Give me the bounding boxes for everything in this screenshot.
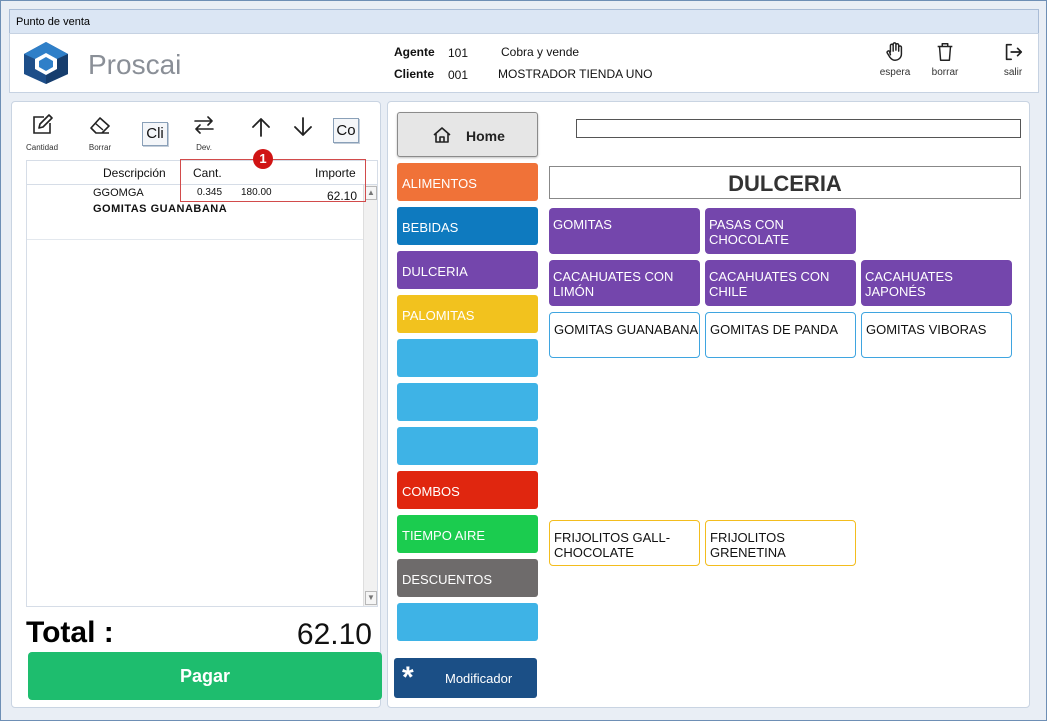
devolucion-button[interactable]: Dev. (192, 114, 216, 152)
co-button[interactable]: Co (333, 118, 359, 143)
category-button[interactable] (397, 427, 538, 465)
product-button[interactable]: CACAHUATES JAPONÉS (861, 260, 1012, 306)
header-bar: Proscai Agente 101 Cobra y vende Cliente… (9, 33, 1039, 93)
product-button[interactable]: GOMITAS GUANABANA (549, 312, 700, 358)
row-description: GOMITAS GUANABANA (93, 203, 228, 215)
hand-icon (886, 42, 903, 61)
espera-label: espera (879, 67, 911, 78)
move-up-button[interactable] (250, 116, 272, 143)
product-button[interactable]: GOMITAS (549, 208, 700, 254)
cliente-id: 001 (448, 68, 469, 82)
category-button[interactable] (397, 339, 538, 377)
cantidad-button[interactable]: Cantidad (26, 114, 58, 152)
category-button[interactable] (397, 603, 538, 641)
swap-icon (194, 116, 214, 134)
asterisk-icon: * (402, 661, 414, 694)
espera-button[interactable]: espera (870, 39, 920, 89)
product-button[interactable]: GOMITAS DE PANDA (705, 312, 856, 358)
home-icon (433, 127, 451, 143)
product-button[interactable]: PASAS CON CHOCOLATE (705, 208, 856, 254)
catalog-panel: Home ALIMENTOS BEBIDAS DULCERIA PALOMITAS CO… (387, 101, 1030, 708)
category-button[interactable]: ALIMENTOS (397, 163, 538, 201)
home-label: Home (466, 128, 505, 144)
ticket-panel: Cantidad Borrar Cli Dev. Co Descripción … (11, 101, 382, 708)
category-button[interactable]: COMBOS (397, 471, 538, 509)
product-button[interactable]: CACAHUATES CON LIMÓN (549, 260, 700, 306)
borrar-item-button[interactable]: Borrar (88, 114, 112, 152)
pagar-button[interactable]: Pagar (28, 652, 382, 700)
arrow-down-icon (294, 117, 312, 136)
salir-label: salir (1003, 67, 1023, 78)
row-code: GGOMGA (93, 187, 144, 199)
borrar-item-label: Borrar (88, 143, 112, 152)
category-button[interactable]: DESCUENTOS (397, 559, 538, 597)
ticket-scrollbar[interactable]: ▲ ▼ (363, 185, 377, 606)
arrow-up-icon (252, 118, 270, 137)
category-button[interactable]: TIEMPO AIRE (397, 515, 538, 553)
category-button[interactable]: PALOMITAS (397, 295, 538, 333)
row-divider (27, 239, 365, 240)
modificador-label: Modificador (445, 671, 513, 686)
dev-label: Dev. (196, 143, 212, 152)
product-button[interactable]: FRIJOLITOS GRENETINA (705, 520, 856, 566)
annotation-highlight (180, 159, 366, 202)
scroll-down-icon[interactable]: ▼ (365, 591, 377, 605)
total-label: Total : (26, 616, 114, 649)
agente-label: Agente (394, 45, 435, 59)
salir-button[interactable]: salir (988, 39, 1038, 89)
product-button[interactable]: CACAHUATES CON CHILE (705, 260, 856, 306)
search-input[interactable] (576, 119, 1021, 138)
cliente-desc: MOSTRADOR TIENDA UNO (498, 67, 653, 81)
cantidad-label: Cantidad (26, 143, 59, 152)
total-value: 62.10 (296, 618, 372, 651)
category-button[interactable]: DULCERIA (397, 251, 538, 289)
edit-icon (33, 114, 53, 134)
borrar-label: borrar (931, 67, 959, 78)
proscai-logo-icon (24, 42, 68, 84)
proscai-logo: Proscai (20, 40, 182, 86)
window-title: Punto de venta (9, 9, 1039, 33)
cli-button[interactable]: Cli (142, 122, 168, 146)
modificador-button[interactable]: * Modificador (394, 658, 537, 698)
scroll-up-icon[interactable]: ▲ (365, 186, 377, 200)
category-title: DULCERIA (549, 166, 1021, 199)
exit-icon (1005, 43, 1023, 61)
eraser-icon (90, 117, 110, 134)
ticket-grid: Descripción Cant. Importe GGOMGA 0.345 1… (26, 160, 378, 607)
pos-window: Punto de venta Proscai Agente 101 Cobra … (0, 0, 1047, 721)
move-down-button[interactable] (292, 116, 314, 143)
cliente-label: Cliente (394, 67, 435, 81)
product-button[interactable]: GOMITAS VIBORAS (861, 312, 1012, 358)
agente-id: 101 (448, 46, 469, 60)
category-button[interactable] (397, 383, 538, 421)
agente-desc: Cobra y vende (501, 45, 580, 59)
home-button[interactable]: Home (397, 112, 538, 157)
col-descripcion: Descripción (103, 166, 166, 180)
borrar-button[interactable]: borrar (920, 39, 970, 89)
logo-text: Proscai (88, 49, 182, 80)
category-button[interactable]: BEBIDAS (397, 207, 538, 245)
annotation-badge: 1 (253, 149, 273, 169)
trash-icon (937, 43, 953, 61)
product-button[interactable]: FRIJOLITOS GALL-CHOCOLATE (549, 520, 700, 566)
